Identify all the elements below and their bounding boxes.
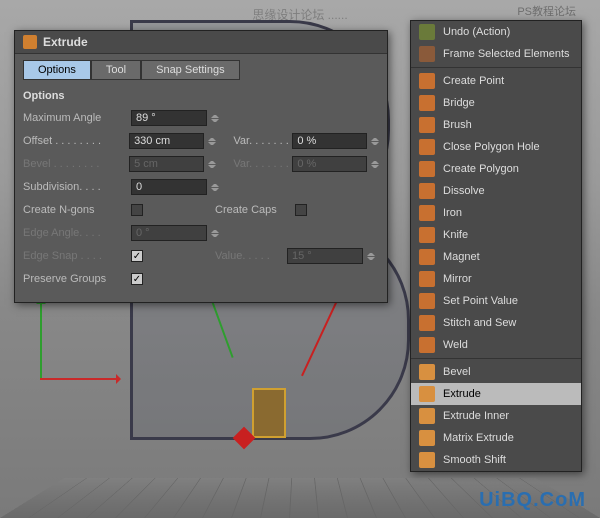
- tab-snap-settings[interactable]: Snap Settings: [141, 60, 240, 80]
- menu-matrix-extrude[interactable]: Matrix Extrude: [411, 427, 581, 449]
- menu-set-point-value[interactable]: Set Point Value: [411, 290, 581, 312]
- menu-frame-selected[interactable]: Frame Selected Elements: [411, 43, 581, 65]
- spinner-icon[interactable]: [211, 111, 219, 125]
- bevel-icon: [419, 364, 435, 380]
- spinner-icon: [371, 157, 379, 171]
- brush-icon: [419, 117, 435, 133]
- menu-undo[interactable]: Undo (Action): [411, 21, 581, 43]
- iron-icon: [419, 205, 435, 221]
- menu-stitch-and-sew[interactable]: Stitch and Sew: [411, 312, 581, 334]
- create-caps-label: Create Caps: [215, 204, 295, 216]
- watermark-text: 思缘设计论坛 ......: [252, 6, 347, 23]
- panel-titlebar[interactable]: Extrude: [15, 31, 387, 54]
- watermark-logo: UiBQ.CoM: [479, 489, 586, 512]
- subdivision-label: Subdivision. . . .: [23, 181, 131, 193]
- tab-tool[interactable]: Tool: [91, 60, 141, 80]
- var-field[interactable]: 0 %: [292, 133, 367, 149]
- var-label: Var. . . . . . .: [233, 135, 292, 147]
- var-label: Var. . . . . . .: [233, 158, 292, 170]
- menu-brush[interactable]: Brush: [411, 114, 581, 136]
- preserve-groups-label: Preserve Groups: [23, 273, 131, 285]
- knife-icon: [419, 227, 435, 243]
- undo-icon: [419, 24, 435, 40]
- spinner-icon: [367, 249, 375, 263]
- menu-magnet[interactable]: Magnet: [411, 246, 581, 268]
- max-angle-field[interactable]: 89 °: [131, 110, 207, 126]
- var-field: 0 %: [292, 156, 367, 172]
- spinner-icon: [208, 157, 216, 171]
- extrude-options-panel: Extrude Options Tool Snap Settings Optio…: [14, 30, 388, 303]
- create-ngons-label: Create N-gons: [23, 204, 131, 216]
- set-point-icon: [419, 293, 435, 309]
- edge-snap-label: Edge Snap . . . .: [23, 250, 131, 262]
- close-hole-icon: [419, 139, 435, 155]
- extrude-icon: [419, 386, 435, 402]
- menu-bevel[interactable]: Bevel: [411, 361, 581, 383]
- weld-icon: [419, 337, 435, 353]
- menu-extrude-inner[interactable]: Extrude Inner: [411, 405, 581, 427]
- spinner-icon[interactable]: [371, 134, 379, 148]
- spinner-icon[interactable]: [208, 134, 216, 148]
- menu-iron[interactable]: Iron: [411, 202, 581, 224]
- edge-snap-checkbox: ✓: [131, 250, 143, 262]
- spinner-icon: [211, 226, 219, 240]
- menu-dissolve[interactable]: Dissolve: [411, 180, 581, 202]
- mirror-icon: [419, 271, 435, 287]
- bevel-label: Bevel . . . . . . . .: [23, 158, 129, 170]
- extrude-icon: [23, 35, 37, 49]
- menu-knife[interactable]: Knife: [411, 224, 581, 246]
- context-menu: Undo (Action) Frame Selected Elements Cr…: [410, 20, 582, 472]
- smooth-shift-icon: [419, 452, 435, 468]
- y-axis-icon[interactable]: [40, 300, 42, 380]
- matrix-extrude-icon: [419, 430, 435, 446]
- subdivision-field[interactable]: 0: [131, 179, 207, 195]
- create-caps-checkbox[interactable]: [295, 204, 307, 216]
- dissolve-icon: [419, 183, 435, 199]
- menu-create-point[interactable]: Create Point: [411, 70, 581, 92]
- tab-row: Options Tool Snap Settings: [15, 54, 387, 86]
- panel-title-text: Extrude: [43, 35, 88, 49]
- offset-field[interactable]: 330 cm: [129, 133, 204, 149]
- tab-options[interactable]: Options: [23, 60, 91, 80]
- value-label: Value. . . . .: [215, 250, 287, 262]
- frame-icon: [419, 46, 435, 62]
- menu-smooth-shift[interactable]: Smooth Shift: [411, 449, 581, 471]
- value-field: 15 °: [287, 248, 363, 264]
- max-angle-label: Maximum Angle: [23, 112, 131, 124]
- magnet-icon: [419, 249, 435, 265]
- create-ngons-checkbox[interactable]: [131, 204, 143, 216]
- menu-weld[interactable]: Weld: [411, 334, 581, 356]
- edge-angle-label: Edge Angle. . . .: [23, 227, 131, 239]
- menu-close-polygon-hole[interactable]: Close Polygon Hole: [411, 136, 581, 158]
- menu-separator: [411, 67, 581, 68]
- section-heading: Options: [15, 86, 387, 106]
- edge-angle-field: 0 °: [131, 225, 207, 241]
- offset-label: Offset . . . . . . . .: [23, 135, 129, 147]
- spinner-icon[interactable]: [211, 180, 219, 194]
- bridge-icon: [419, 95, 435, 111]
- axis-gizmo[interactable]: [40, 290, 130, 380]
- create-point-icon: [419, 73, 435, 89]
- menu-bridge[interactable]: Bridge: [411, 92, 581, 114]
- create-polygon-icon: [419, 161, 435, 177]
- menu-mirror[interactable]: Mirror: [411, 268, 581, 290]
- x-axis-icon[interactable]: [40, 378, 120, 380]
- menu-create-polygon[interactable]: Create Polygon: [411, 158, 581, 180]
- menu-extrude[interactable]: Extrude: [411, 383, 581, 405]
- stitch-icon: [419, 315, 435, 331]
- polygon-selection: [252, 388, 286, 438]
- bevel-field: 5 cm: [129, 156, 204, 172]
- extrude-inner-icon: [419, 408, 435, 424]
- menu-separator: [411, 358, 581, 359]
- preserve-groups-checkbox[interactable]: ✓: [131, 273, 143, 285]
